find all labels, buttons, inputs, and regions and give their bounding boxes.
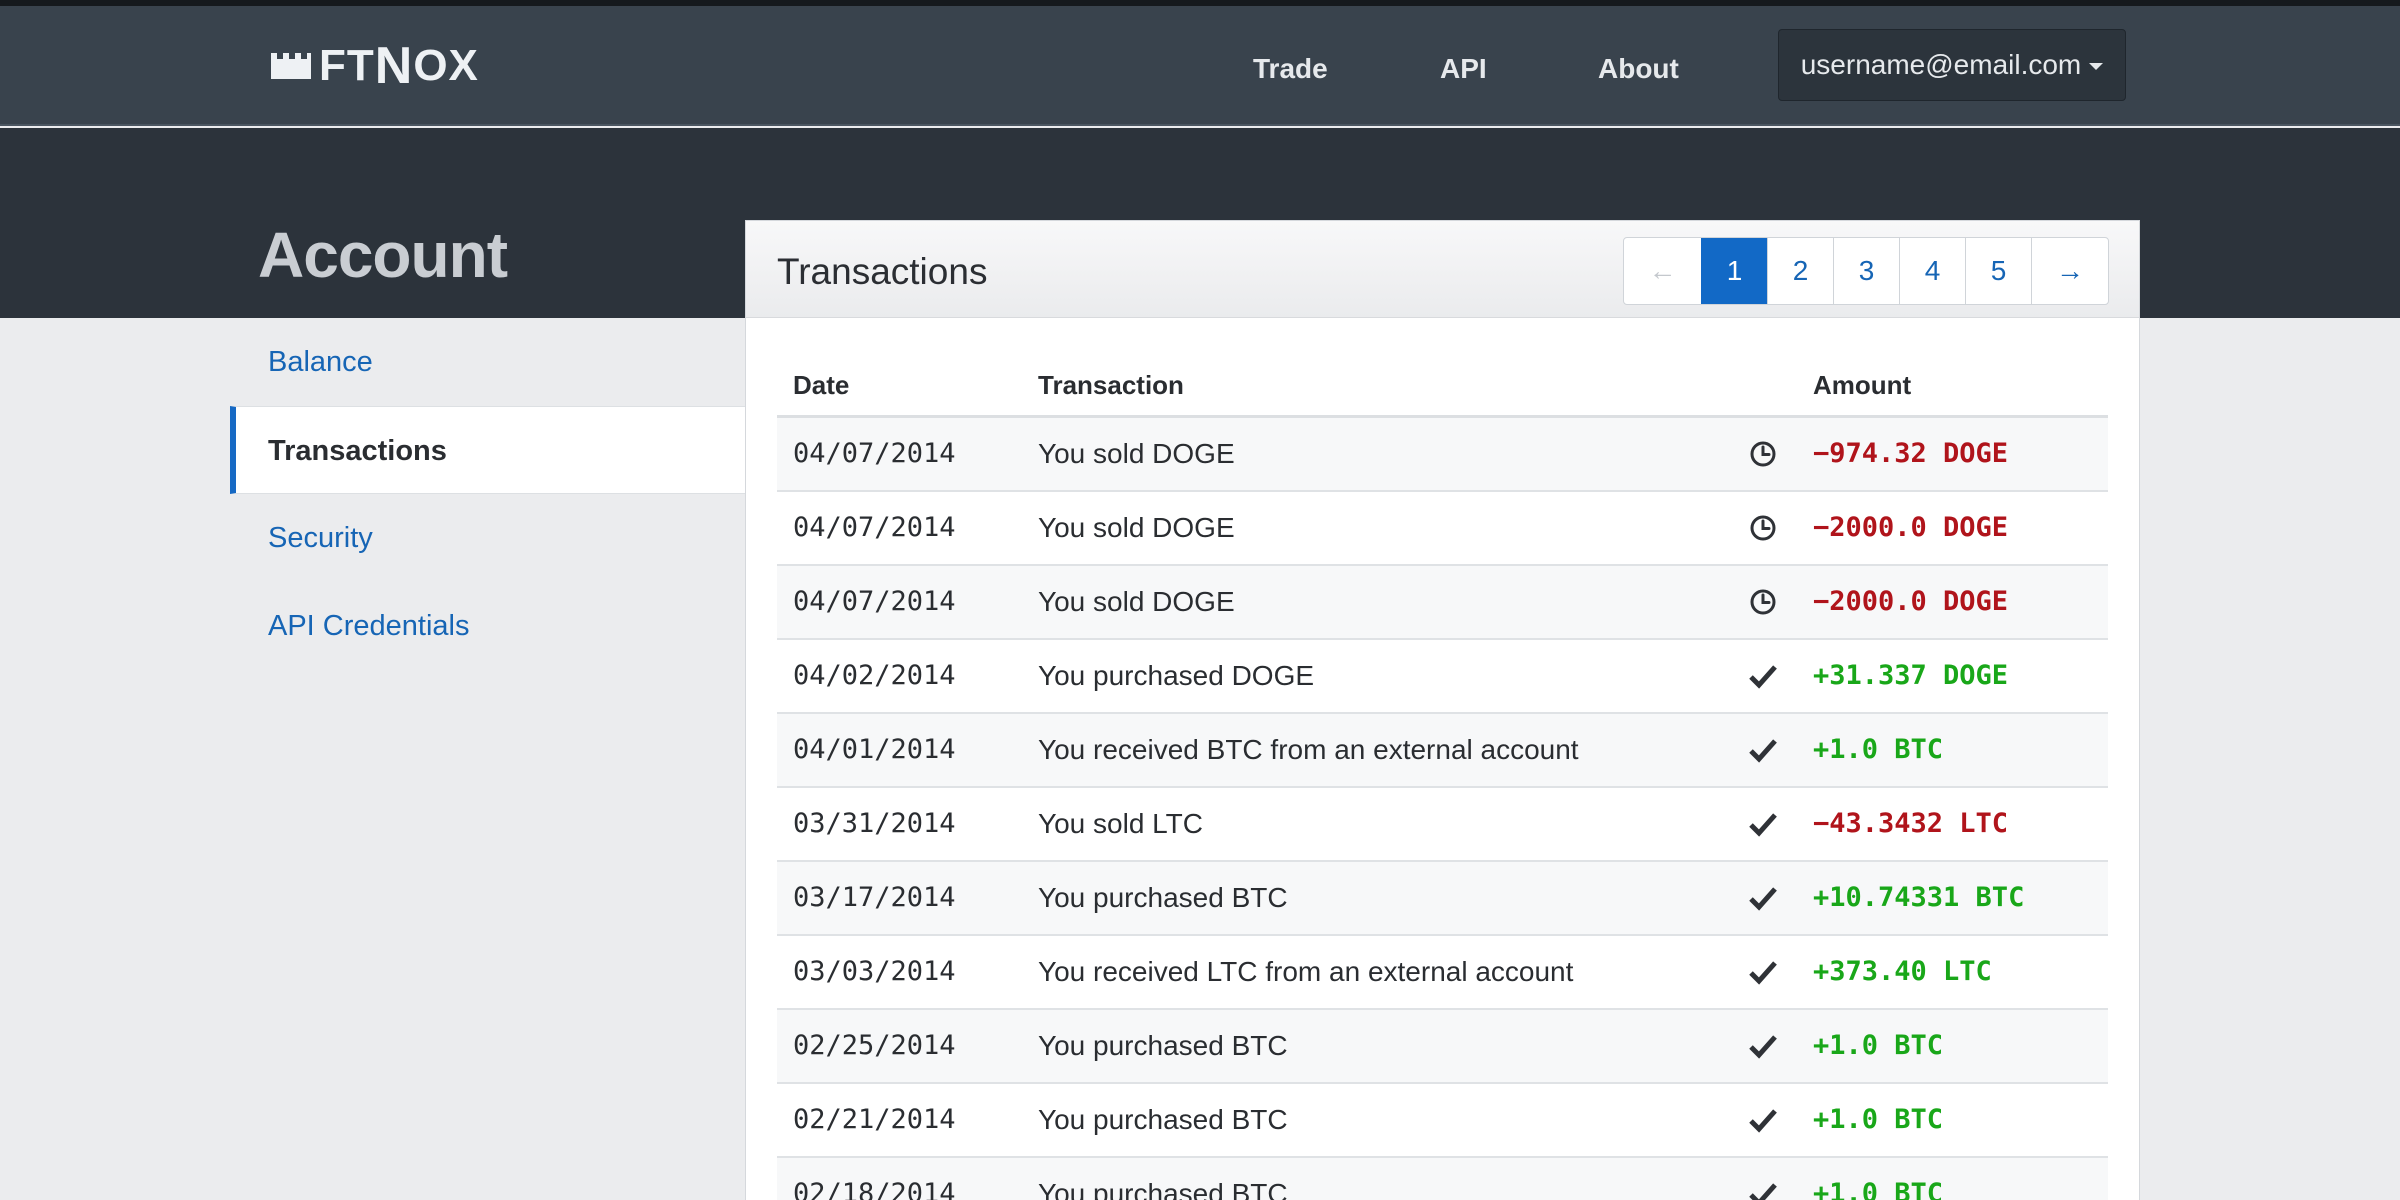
pagination-page-2[interactable]: 2 [1767, 238, 1833, 304]
row-description: You purchased BTC [1038, 1104, 1288, 1135]
row-description: You sold DOGE [1038, 438, 1235, 469]
table-row: 04/07/2014 You sold DOGE −974.32 DOGE [777, 418, 2108, 492]
sidebar: Balance Transactions Security API Creden… [230, 318, 746, 670]
row-amount: +1.0 BTC [1813, 734, 1944, 765]
pagination-page-1[interactable]: 1 [1701, 238, 1767, 304]
table-row: 04/02/2014 You purchased DOGE +31.337 DOGE [777, 640, 2108, 714]
check-icon [1743, 1158, 1783, 1200]
row-amount: +31.337 DOGE [1813, 660, 2009, 691]
row-amount: −2000.0 DOGE [1813, 586, 2009, 617]
column-header-date: Date [793, 370, 850, 400]
nav-about[interactable]: About [1598, 46, 1679, 92]
pagination-prev[interactable]: ← [1624, 238, 1701, 304]
row-description: You sold LTC [1038, 808, 1203, 839]
panel-title: Transactions [777, 251, 988, 292]
check-icon [1743, 862, 1783, 934]
table-row: 04/01/2014 You received BTC from an exter… [777, 714, 2108, 788]
row-date: 03/31/2014 [793, 808, 956, 839]
check-icon [1743, 936, 1783, 1008]
row-date: 03/17/2014 [793, 882, 956, 913]
row-date: 04/07/2014 [793, 438, 956, 469]
row-amount: +10.74331 BTC [1813, 882, 2025, 913]
nav-api[interactable]: API [1440, 46, 1487, 92]
row-date: 03/03/2014 [793, 956, 956, 987]
row-description: You purchased BTC [1038, 882, 1288, 913]
table-row: 02/21/2014 You purchased BTC +1.0 BTC [777, 1084, 2108, 1158]
pagination-page-5[interactable]: 5 [1965, 238, 2031, 304]
check-icon [1743, 1084, 1783, 1156]
panel-header: Transactions ← 1 2 3 4 5 → [746, 221, 2139, 318]
row-amount: −2000.0 DOGE [1813, 512, 2009, 543]
pagination-page-3[interactable]: 3 [1833, 238, 1899, 304]
row-description: You received BTC from an external accoun… [1038, 734, 1579, 765]
sidebar-item-transactions[interactable]: Transactions [230, 406, 746, 494]
page-title: Account [258, 219, 508, 291]
castle-icon [271, 53, 311, 79]
brand-name-big: N [374, 37, 414, 95]
row-date: 02/21/2014 [793, 1104, 956, 1135]
sidebar-item-security[interactable]: Security [230, 494, 746, 582]
user-menu-button[interactable]: username@email.com [1778, 29, 2126, 101]
row-description: You purchased BTC [1038, 1178, 1288, 1200]
table-row: 02/18/2014 You purchased BTC +1.0 BTC [777, 1158, 2108, 1200]
check-icon [1743, 640, 1783, 712]
row-amount: −43.3432 LTC [1813, 808, 2009, 839]
sidebar-item-balance[interactable]: Balance [230, 318, 746, 406]
row-date: 04/01/2014 [793, 734, 956, 765]
table-row: 03/17/2014 You purchased BTC +10.74331 BTC [777, 862, 2108, 936]
row-amount: +1.0 BTC [1813, 1104, 1944, 1135]
table-row: 04/07/2014 You sold DOGE −2000.0 DOGE [777, 492, 2108, 566]
table-row: 03/31/2014 You sold LTC −43.3432 LTC [777, 788, 2108, 862]
row-description: You received LTC from an external accoun… [1038, 956, 1574, 987]
clock-icon [1743, 492, 1783, 564]
user-email: username@email.com [1800, 49, 2082, 80]
pagination-page-4[interactable]: 4 [1899, 238, 1965, 304]
transactions-table: Date Transaction Amount 04/07/2014 You so… [777, 356, 2108, 1200]
row-amount: −974.32 DOGE [1813, 438, 2009, 469]
row-description: You sold DOGE [1038, 512, 1235, 543]
row-date: 04/07/2014 [793, 586, 956, 617]
column-header-transaction: Transaction [1038, 370, 1184, 400]
row-date: 02/25/2014 [793, 1030, 956, 1061]
check-icon [1743, 714, 1783, 786]
row-description: You sold DOGE [1038, 586, 1235, 617]
row-date: 04/07/2014 [793, 512, 956, 543]
clock-icon [1743, 418, 1783, 490]
table-row: 02/25/2014 You purchased BTC +1.0 BTC [777, 1010, 2108, 1084]
row-description: You purchased BTC [1038, 1030, 1288, 1061]
pagination-next[interactable]: → [2031, 238, 2108, 304]
check-icon [1743, 1010, 1783, 1082]
nav-trade[interactable]: Trade [1253, 46, 1328, 92]
navbar: FT N OX Trade API About username@email.com [0, 6, 2400, 126]
row-description: You purchased DOGE [1038, 660, 1315, 691]
row-date: 02/18/2014 [793, 1178, 956, 1200]
clock-icon [1743, 566, 1783, 638]
column-header-amount: Amount [1813, 370, 1912, 400]
pagination: ← 1 2 3 4 5 → [1623, 237, 2109, 305]
brand-name-suffix: OX [413, 41, 479, 90]
row-date: 04/02/2014 [793, 660, 956, 691]
brand-name-prefix: FT [319, 41, 375, 90]
row-amount: +373.40 LTC [1813, 956, 1992, 987]
transactions-panel: Transactions ← 1 2 3 4 5 → Date Transact… [745, 220, 2140, 1200]
row-amount: +1.0 BTC [1813, 1030, 1944, 1061]
row-amount: +1.0 BTC [1813, 1178, 1944, 1200]
table-body: 04/07/2014 You sold DOGE −974.32 DOGE 04/07… [777, 418, 2108, 1200]
table-row: 03/03/2014 You received LTC from an exter… [777, 936, 2108, 1010]
table-row: 04/07/2014 You sold DOGE −2000.0 DOGE [777, 566, 2108, 640]
check-icon [1743, 788, 1783, 860]
caret-down-icon [2089, 63, 2104, 71]
table-header: Date Transaction Amount [777, 356, 2108, 418]
brand-logo[interactable]: FT N OX [271, 36, 479, 96]
sidebar-item-api-credentials[interactable]: API Credentials [230, 582, 746, 670]
